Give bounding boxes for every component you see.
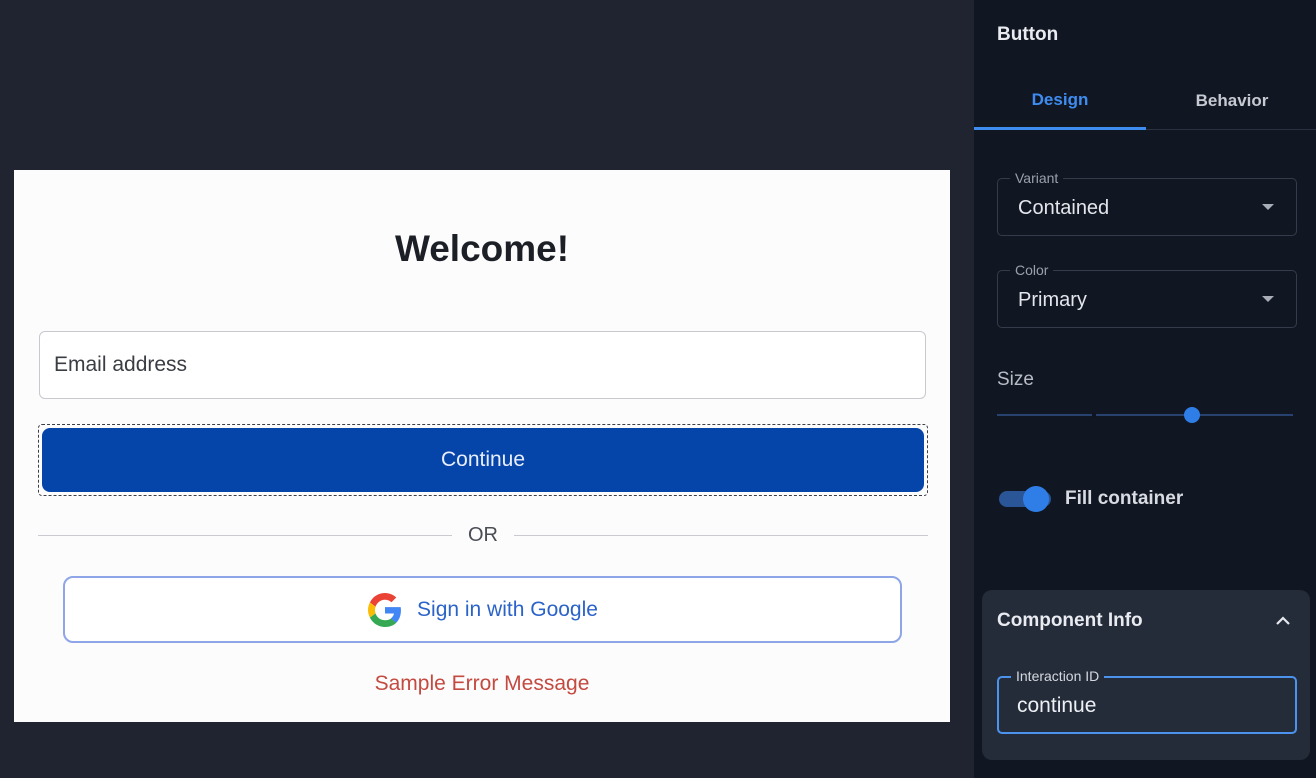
welcome-heading: Welcome! (394, 228, 570, 269)
chevron-down-icon (1262, 204, 1274, 210)
error-message: Sample Error Message (374, 672, 590, 695)
size-label: Size (997, 369, 1034, 390)
or-divider: OR (38, 520, 928, 550)
component-info-card: Component Info Interaction ID (982, 590, 1310, 760)
variant-value: Contained (1018, 197, 1110, 219)
size-slider[interactable] (997, 405, 1293, 425)
color-select[interactable]: Color Primary (997, 262, 1297, 328)
or-text: OR (468, 523, 498, 546)
fill-container-toggle[interactable] (997, 484, 1053, 514)
fill-container-row: Fill container (997, 482, 1183, 516)
toggle-knob (1023, 486, 1049, 512)
selected-component-outline: Continue (38, 424, 928, 496)
slider-tick (1092, 413, 1096, 417)
interaction-id-field: Interaction ID (997, 668, 1297, 734)
tab-design[interactable]: Design (974, 72, 1146, 130)
panel-title: Button (997, 24, 1059, 45)
email-input[interactable] (39, 331, 926, 399)
google-sign-in-button[interactable]: Sign in with Google (63, 576, 902, 643)
divider-line-right (514, 534, 928, 536)
chevron-up-icon[interactable] (1274, 612, 1292, 630)
google-g-icon (367, 592, 403, 628)
slider-thumb[interactable] (1184, 407, 1201, 423)
interaction-id-label: Interaction ID (1011, 668, 1105, 684)
variant-select[interactable]: Variant Contained (997, 170, 1297, 236)
tab-behavior[interactable]: Behavior (1146, 72, 1316, 130)
component-info-title: Component Info (997, 610, 1143, 631)
fill-container-label: Fill container (1065, 488, 1184, 509)
color-label: Color (1010, 262, 1054, 278)
slider-track (997, 414, 1293, 416)
color-value: Primary (1018, 289, 1087, 311)
chevron-down-icon (1262, 296, 1274, 302)
continue-button[interactable]: Continue (42, 428, 924, 492)
google-sign-in-label: Sign in with Google (417, 597, 598, 621)
variant-label: Variant (1010, 170, 1064, 186)
divider-line-left (38, 534, 452, 536)
canvas-area: Welcome! Continue OR Sign in with Google… (0, 0, 974, 778)
panel-tabs: Design Behavior (974, 72, 1316, 130)
interaction-id-input[interactable] (1017, 692, 1277, 720)
